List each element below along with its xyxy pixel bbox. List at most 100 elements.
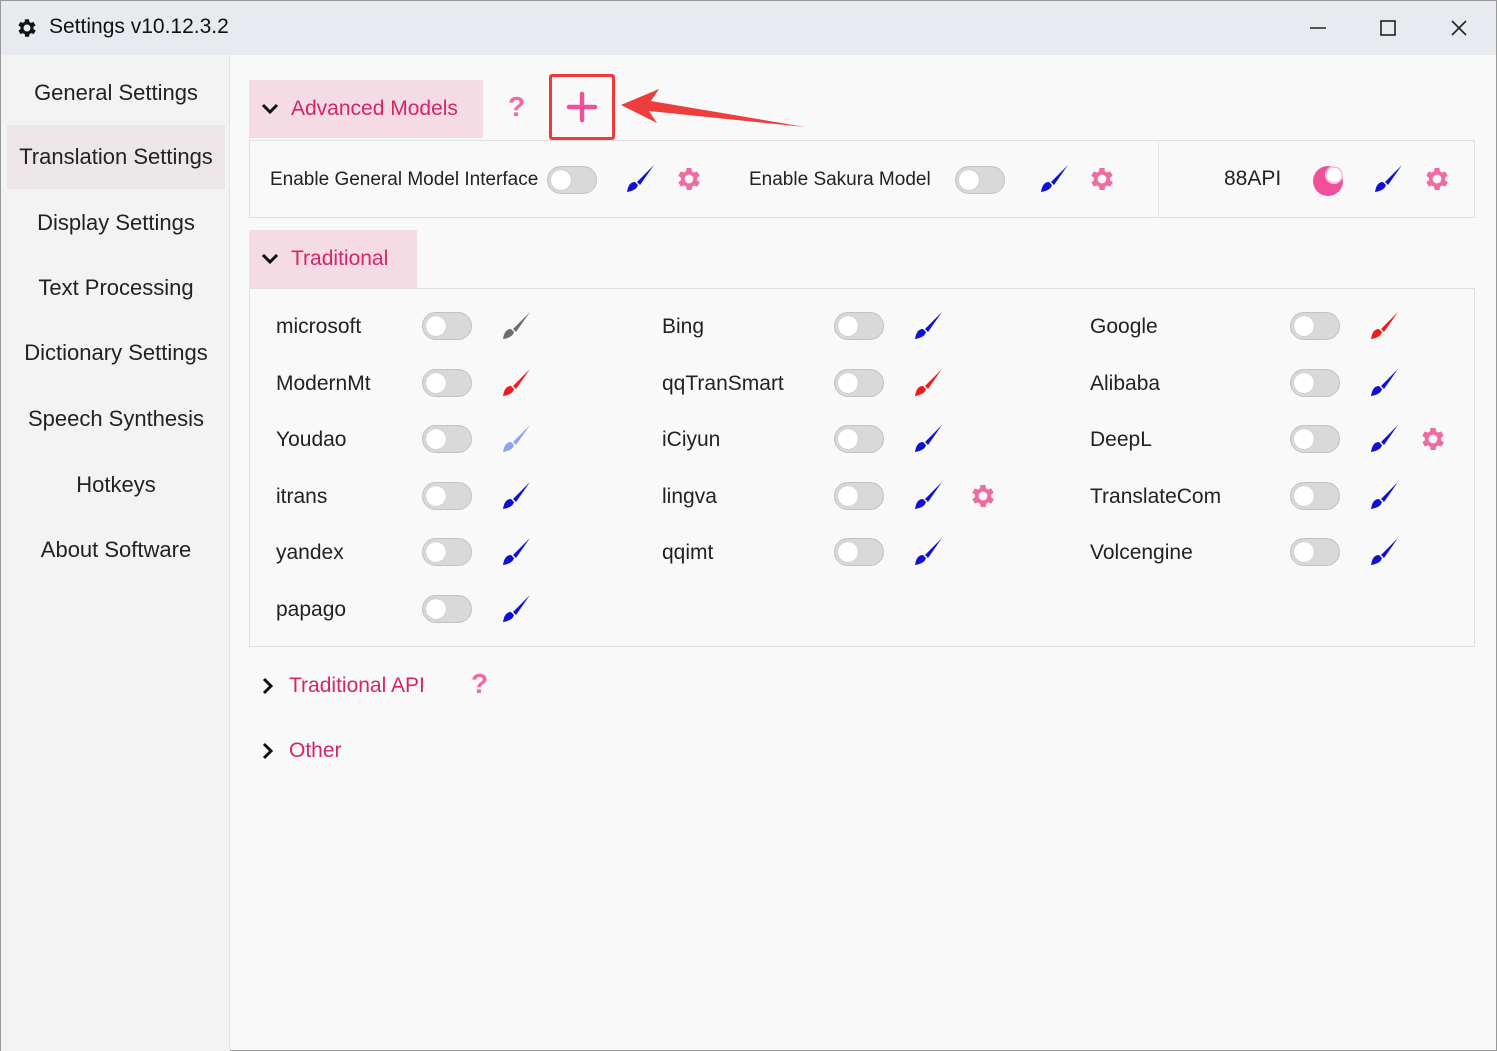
brush-icon[interactable] xyxy=(1371,162,1405,196)
section-title: Traditional API xyxy=(289,674,425,697)
traditional-panel xyxy=(249,288,1475,647)
engine-toggle-iciyun[interactable] xyxy=(834,425,884,453)
arrow-icon xyxy=(621,89,805,127)
sidebar-item-label: General Settings xyxy=(34,80,198,105)
plus-icon xyxy=(566,91,598,123)
other-header[interactable]: Other xyxy=(259,731,379,771)
sidebar-item-display-settings[interactable]: Display Settings xyxy=(7,191,225,255)
engine-toggle-modernmt[interactable] xyxy=(422,368,472,397)
engine-toggle-lingva[interactable] xyxy=(834,481,884,510)
brush-icon[interactable] xyxy=(499,479,533,513)
window-title: Settings v10.12.3.2 xyxy=(49,15,229,38)
section-title: Traditional xyxy=(291,247,389,270)
engine-toggle-qqimt[interactable] xyxy=(834,538,884,566)
sidebar: General Settings Translation Settings Di… xyxy=(1,55,230,1051)
sidebar-item-hotkeys[interactable]: Hotkeys xyxy=(7,453,225,517)
engine-label-volcengine: Volcengine xyxy=(1090,541,1193,564)
minimize-icon xyxy=(1310,27,1326,29)
sidebar-item-about-software[interactable]: About Software xyxy=(7,518,225,582)
engine-label-translatecom: TranslateCom xyxy=(1090,484,1222,508)
sidebar-item-dictionary-settings[interactable]: Dictionary Settings xyxy=(7,321,225,385)
engine-toggle-youdao[interactable] xyxy=(422,425,472,453)
chevron-right-icon xyxy=(262,677,274,695)
brush-icon[interactable] xyxy=(1367,309,1401,343)
api88-toggle[interactable] xyxy=(1311,162,1347,198)
engine-label-itrans: itrans xyxy=(276,484,328,508)
engine-toggle-translatecom[interactable] xyxy=(1290,481,1340,510)
engine-label-yandex: yandex xyxy=(276,541,344,564)
engine-label-modernmt: ModernMt xyxy=(276,371,371,395)
engine-toggle-itrans[interactable] xyxy=(422,481,472,510)
title-bar: Settings v10.12.3.2 xyxy=(1,1,1496,55)
brush-icon[interactable] xyxy=(911,535,945,569)
sidebar-item-speech-synthesis[interactable]: Speech Synthesis xyxy=(7,387,225,451)
brush-icon[interactable] xyxy=(499,366,533,400)
sakura-model-toggle[interactable] xyxy=(955,166,1005,194)
engine-toggle-microsoft[interactable] xyxy=(422,312,472,340)
engine-toggle-deepl[interactable] xyxy=(1290,425,1340,453)
general-model-toggle[interactable] xyxy=(547,166,597,194)
sidebar-item-general-settings[interactable]: General Settings xyxy=(7,61,225,125)
brush-icon[interactable] xyxy=(1367,366,1401,400)
engine-label-alibaba: Alibaba xyxy=(1090,371,1161,395)
sidebar-item-label: Hotkeys xyxy=(76,472,156,497)
add-model-button[interactable] xyxy=(549,74,615,140)
brush-icon[interactable] xyxy=(1037,162,1071,196)
sidebar-item-label: Dictionary Settings xyxy=(24,340,208,365)
brush-icon[interactable] xyxy=(1367,479,1401,513)
engine-toggle-bing[interactable] xyxy=(834,312,884,340)
traditional-api-header[interactable]: Traditional API xyxy=(259,666,459,706)
section-title: Other xyxy=(289,739,342,762)
brush-icon[interactable] xyxy=(911,366,945,400)
brush-icon[interactable] xyxy=(1367,422,1401,456)
engine-label-youdao: Youdao xyxy=(276,428,347,451)
gear-icon[interactable] xyxy=(1418,424,1448,454)
sidebar-item-label: Translation Settings xyxy=(19,144,213,169)
gear-icon xyxy=(18,19,36,37)
engine-toggle-google[interactable] xyxy=(1290,312,1340,340)
general-model-label: Enable General Model Interface xyxy=(270,169,539,190)
gear-icon[interactable] xyxy=(674,164,704,194)
brush-icon[interactable] xyxy=(499,535,533,569)
sakura-model-label: Enable Sakura Model xyxy=(749,169,931,190)
sidebar-item-text-processing[interactable]: Text Processing xyxy=(7,256,225,320)
engine-label-microsoft: microsoft xyxy=(276,315,362,338)
traditional-header[interactable]: Traditional xyxy=(249,230,417,288)
settings-window: Settings v10.12.3.2 General Settings Tra… xyxy=(0,0,1497,1051)
minimize-button[interactable] xyxy=(1283,1,1353,55)
gear-icon[interactable] xyxy=(968,481,998,511)
section-title: Advanced Models xyxy=(291,97,458,120)
engine-label-lingva: lingva xyxy=(662,484,717,508)
help-icon[interactable]: ? xyxy=(471,668,488,700)
engine-toggle-qqtransmart[interactable] xyxy=(834,368,884,397)
help-icon[interactable]: ? xyxy=(508,91,525,123)
engine-label-iciyun: iCiyun xyxy=(662,428,721,451)
sidebar-item-label: Display Settings xyxy=(37,210,195,235)
brush-icon[interactable] xyxy=(623,162,657,196)
brush-icon[interactable] xyxy=(499,309,533,343)
close-button[interactable] xyxy=(1424,1,1494,55)
brush-icon[interactable] xyxy=(499,422,533,456)
gear-icon[interactable] xyxy=(1087,164,1117,194)
chevron-right-icon xyxy=(262,742,274,760)
chevron-down-icon xyxy=(261,103,279,115)
brush-icon[interactable] xyxy=(911,422,945,456)
gear-icon[interactable] xyxy=(1422,164,1452,194)
engine-label-bing: Bing xyxy=(662,315,705,338)
engine-toggle-alibaba[interactable] xyxy=(1290,368,1340,397)
brush-icon[interactable] xyxy=(499,592,533,626)
close-icon xyxy=(1451,20,1467,36)
engine-toggle-volcengine[interactable] xyxy=(1290,538,1340,566)
engine-label-papago: papago xyxy=(276,597,347,621)
sidebar-item-translation-settings[interactable]: Translation Settings xyxy=(7,125,225,189)
maximize-button[interactable] xyxy=(1353,1,1423,55)
engine-toggle-yandex[interactable] xyxy=(422,538,472,566)
brush-icon[interactable] xyxy=(911,309,945,343)
sidebar-item-label: Speech Synthesis xyxy=(27,406,205,431)
advanced-models-header[interactable]: Advanced Models xyxy=(249,80,483,138)
brush-icon[interactable] xyxy=(1367,535,1401,569)
engine-toggle-papago[interactable] xyxy=(422,594,472,623)
brush-icon[interactable] xyxy=(911,479,945,513)
chevron-down-icon xyxy=(261,253,279,265)
engine-label-qqtransmart: qqTranSmart xyxy=(662,371,784,395)
